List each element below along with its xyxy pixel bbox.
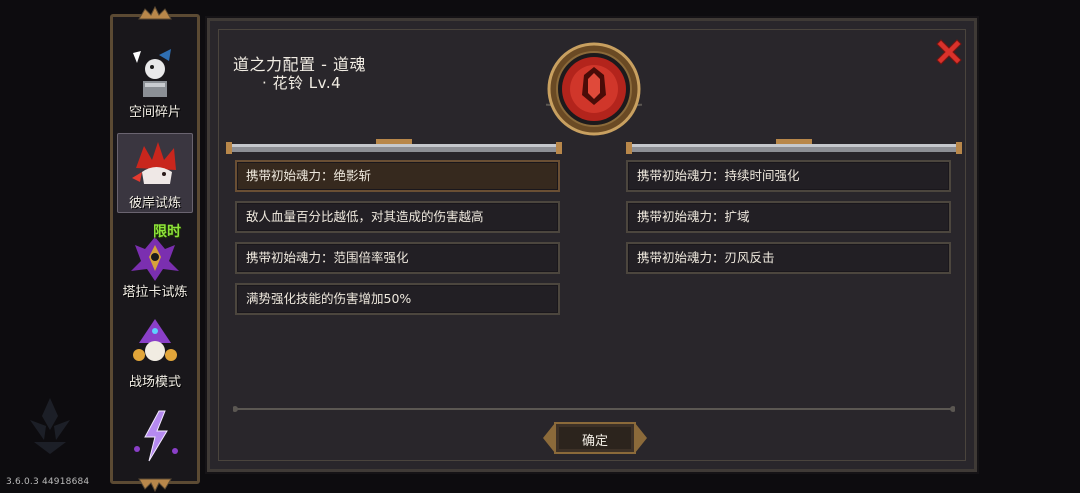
option-left-3[interactable]: 携带初始魂力：范围倍率强化 bbox=[235, 242, 560, 274]
left-column-rail bbox=[226, 139, 562, 154]
option-right-3[interactable]: 携带初始魂力：刃风反击 bbox=[626, 242, 951, 274]
confirm-button[interactable]: 确定 bbox=[543, 419, 647, 457]
sidebar-item-battlefield-mode[interactable]: 战场模式 bbox=[117, 313, 193, 393]
option-left-4[interactable]: 满势强化技能的伤害增加50% bbox=[235, 283, 560, 315]
mode-sidebar: 空间碎片 彼岸试炼 限时 塔拉卡试炼 战场模式 bbox=[110, 5, 200, 493]
bottom-divider bbox=[233, 406, 955, 412]
red-flower-beast-icon bbox=[132, 142, 176, 184]
option-left-1[interactable]: 携带初始魂力：绝影斩 bbox=[235, 160, 560, 192]
battlefield-wizard-icon bbox=[133, 319, 177, 361]
sidebar-item-label: 塔拉卡试炼 bbox=[122, 285, 188, 300]
option-left-2[interactable]: 敌人血量百分比越低，对其造成的伤害越高 bbox=[235, 201, 560, 233]
version-label: 3.6.0.3 44918684 bbox=[6, 477, 90, 487]
sidebar-item-lightning[interactable] bbox=[117, 403, 193, 483]
red-soul-emblem-icon bbox=[546, 42, 642, 136]
lightning-icon bbox=[134, 410, 178, 462]
lotus-decoration-icon bbox=[30, 398, 70, 454]
sidebar-item-taraka-trial[interactable]: 限时 塔拉卡试炼 bbox=[117, 223, 193, 303]
sidebar-item-shore-trial[interactable]: 彼岸试炼 bbox=[117, 133, 193, 213]
sidebar-item-label: 空间碎片 bbox=[128, 105, 181, 120]
sidebar-item-space-fragment[interactable]: 空间碎片 bbox=[117, 43, 193, 123]
limited-time-badge: 限时 bbox=[153, 224, 181, 240]
sidebar-item-label: 彼岸试炼 bbox=[128, 196, 181, 211]
option-right-1[interactable]: 携带初始魂力：持续时间强化 bbox=[626, 160, 951, 192]
sidebar-top-ornament-icon bbox=[138, 5, 172, 20]
dao-power-config-dialog: 道之力配置 - 道魂 · 花铃 Lv.4 携带初始魂力：绝影斩 敌人血量百分比越… bbox=[207, 18, 977, 472]
sidebar-item-label: 战场模式 bbox=[128, 375, 181, 390]
confirm-label: 确定 bbox=[581, 434, 608, 449]
dialog-subtitle: · 花铃 Lv.4 bbox=[262, 74, 342, 92]
close-x-icon[interactable] bbox=[933, 36, 965, 68]
space-fragment-icon bbox=[133, 49, 171, 97]
option-right-2[interactable]: 携带初始魂力：扩域 bbox=[626, 201, 951, 233]
right-column-rail bbox=[626, 139, 962, 154]
